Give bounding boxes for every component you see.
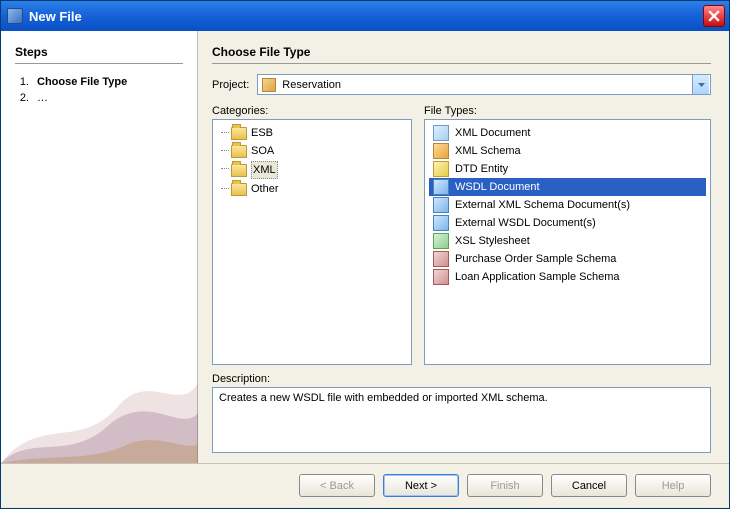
category-label: Other [251,181,279,197]
decoration [1,353,198,463]
file-icon [433,197,449,213]
project-icon [262,78,276,92]
category-item[interactable]: SOA [217,142,407,160]
window-title: New File [29,9,703,24]
step-number: 1. [15,76,29,88]
project-select[interactable]: Reservation [257,74,711,95]
filetypes-label: File Types: [424,105,711,117]
filetype-item[interactable]: Purchase Order Sample Schema [429,250,706,268]
close-button[interactable] [703,5,725,27]
file-icon [433,179,449,195]
description-box: Creates a new WSDL file with embedded or… [212,387,711,453]
filetype-item[interactable]: WSDL Document [429,178,706,196]
filetype-label: External WSDL Document(s) [455,215,596,231]
steps-heading: Steps [15,45,183,64]
steps-panel: Steps 1. Choose File Type 2. … [1,31,198,463]
filetype-label: External XML Schema Document(s) [455,197,630,213]
main-heading: Choose File Type [212,45,711,64]
category-item[interactable]: ESB [217,124,407,142]
app-icon [7,8,23,24]
titlebar[interactable]: New File [1,1,729,31]
description-text: Creates a new WSDL file with embedded or… [219,392,548,404]
filetypes-list[interactable]: XML Document XML Schema DTD Entity WSDL Doc… [424,119,711,365]
button-row: < Back Next > Finish Cancel Help [1,463,729,507]
folder-icon [231,127,247,140]
file-icon [433,251,449,267]
filetype-item[interactable]: XML Schema [429,142,706,160]
close-icon [708,10,720,22]
folder-icon [231,183,247,196]
cancel-button[interactable]: Cancel [551,474,627,497]
chevron-down-icon [692,75,709,94]
folder-icon [231,164,247,177]
filetype-item[interactable]: External XML Schema Document(s) [429,196,706,214]
main-panel: Choose File Type Project: Reservation Ca… [198,31,729,463]
file-icon [433,233,449,249]
category-item[interactable]: XML [217,160,407,180]
categories-list[interactable]: ESB SOA XML Other [212,119,412,365]
file-icon [433,143,449,159]
filetype-item[interactable]: External WSDL Document(s) [429,214,706,232]
filetype-label: DTD Entity [455,161,508,177]
filetype-label: Purchase Order Sample Schema [455,251,616,267]
category-label: ESB [251,125,273,141]
steps-list: 1. Choose File Type 2. … [15,74,183,106]
step-item: 1. Choose File Type [15,74,183,90]
category-label: XML [251,161,278,179]
next-button[interactable]: Next > [383,474,459,497]
filetype-label: XML Document [455,125,530,141]
filetype-item[interactable]: XML Document [429,124,706,142]
file-icon [433,125,449,141]
description-label: Description: [212,373,711,385]
file-icon [433,215,449,231]
help-button[interactable]: Help [635,474,711,497]
step-label: … [37,92,48,104]
step-number: 2. [15,92,29,104]
filetype-item[interactable]: Loan Application Sample Schema [429,268,706,286]
filetype-label: XSL Stylesheet [455,233,530,249]
step-item: 2. … [15,90,183,106]
filetype-item[interactable]: DTD Entity [429,160,706,178]
filetype-label: Loan Application Sample Schema [455,269,620,285]
project-label: Project: [212,79,249,91]
categories-label: Categories: [212,105,412,117]
project-value: Reservation [282,79,341,91]
filetype-item[interactable]: XSL Stylesheet [429,232,706,250]
file-icon [433,161,449,177]
back-button[interactable]: < Back [299,474,375,497]
category-item[interactable]: Other [217,180,407,198]
finish-button[interactable]: Finish [467,474,543,497]
folder-icon [231,145,247,158]
filetype-label: XML Schema [455,143,521,159]
category-label: SOA [251,143,274,159]
file-icon [433,269,449,285]
step-label: Choose File Type [37,76,127,88]
filetype-label: WSDL Document [455,179,540,195]
